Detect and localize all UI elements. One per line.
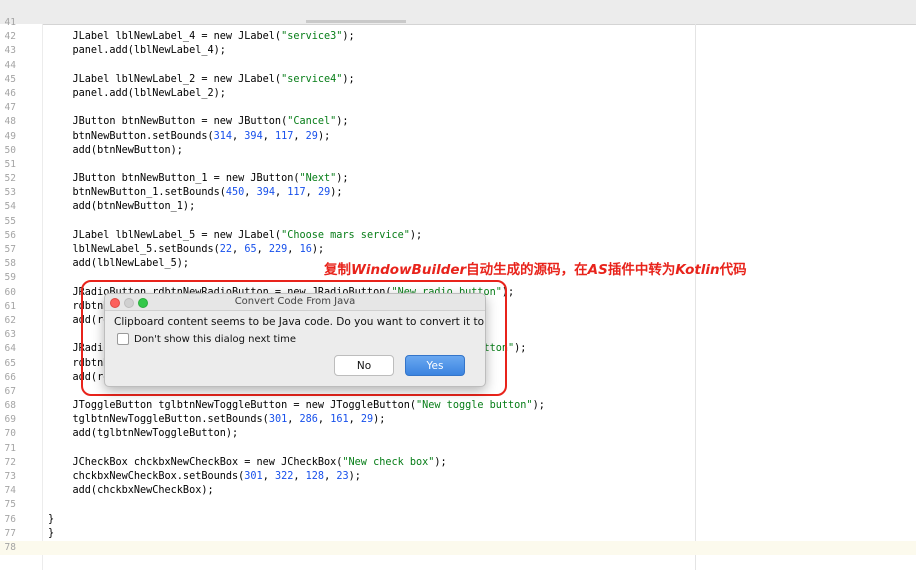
line-number: 75 [4,499,16,511]
line-number: 44 [4,59,16,71]
code-line[interactable]: 50 add(btnNewButton); [0,144,916,158]
dialog-message: Clipboard content seems to be Java code.… [114,316,486,328]
line-number: 60 [4,286,16,298]
code-line[interactable]: 73 chckbxNewCheckBox.setBounds(301, 322,… [0,470,916,484]
line-number: 58 [4,258,16,270]
line-number: 63 [4,329,16,341]
line-number: 64 [4,343,16,355]
line-number: 67 [4,385,16,397]
window-minimize-icon [124,298,134,308]
code-line[interactable]: 54 add(btnNewButton_1); [0,200,916,214]
code-text: } [48,527,55,539]
code-line[interactable]: 53 btnNewButton_1.setBounds(450, 394, 11… [0,186,916,200]
line-number: 59 [4,272,16,284]
code-text: JToggleButton tglbtnNewToggleButton = ne… [48,400,545,412]
line-number: 48 [4,116,16,128]
line-number: 61 [4,300,16,312]
code-line[interactable]: 70 add(tglbtnNewToggleButton); [0,427,916,441]
code-text: panel.add(lblNewLabel_2); [48,87,226,99]
line-number: 71 [4,442,16,454]
code-text: JButton btnNewButton = new JButton("Canc… [48,116,349,128]
dont-show-checkbox-label[interactable]: Don't show this dialog next time [134,334,296,345]
code-line[interactable]: 47 [0,101,916,115]
yes-button[interactable]: Yes [405,355,465,376]
code-line[interactable]: 46 panel.add(lblNewLabel_2); [0,87,916,101]
code-line[interactable]: 43 panel.add(lblNewLabel_4); [0,44,916,58]
code-line[interactable]: 42 JLabel lblNewLabel_4 = new JLabel("se… [0,30,916,44]
line-number: 57 [4,244,16,255]
code-text: add(lblNewLabel_5); [48,258,190,270]
annotation-caption: 复制WindowBuilder自动生成的源码，在AS插件中转为Kotlin代码 [324,262,747,278]
line-number: 42 [4,31,16,43]
line-number: 70 [4,428,16,440]
code-text: add(chckbxNewCheckBox); [48,485,214,497]
line-number: 69 [4,414,16,426]
line-number: 74 [4,485,16,497]
line-number: 78 [4,541,16,553]
line-number: 72 [4,456,16,468]
code-line[interactable]: 74 add(chckbxNewCheckBox); [0,484,916,498]
line-number: 46 [4,87,16,99]
code-text: JLabel lblNewLabel_2 = new JLabel("servi… [48,73,355,85]
code-line[interactable]: 48 JButton btnNewButton = new JButton("C… [0,115,916,129]
code-line[interactable]: 77} [0,527,916,541]
line-number: 51 [4,158,16,170]
window-zoom-icon[interactable] [138,298,148,308]
line-number: 49 [4,130,16,142]
code-line[interactable]: 76} [0,513,916,527]
code-line[interactable]: 71 [0,442,916,456]
code-line[interactable]: 41 [0,16,916,30]
code-line[interactable]: 72 JCheckBox chckbxNewCheckBox = new JCh… [0,456,916,470]
dialog-titlebar: Convert Code From Java [105,294,485,311]
line-number: 41 [4,17,16,28]
window-close-icon[interactable] [110,298,120,308]
code-text: } [48,513,55,525]
dont-show-checkbox[interactable] [117,333,129,345]
code-line[interactable]: 44 [0,59,916,73]
code-text: btnNewButton.setBounds(314, 394, 117, 29… [48,130,331,142]
code-text: JLabel lblNewLabel_4 = new JLabel("servi… [48,31,355,43]
code-line[interactable]: 51 [0,158,916,172]
code-line[interactable]: 52 JButton btnNewButton_1 = new JButton(… [0,172,916,186]
code-text: tglbtnNewToggleButton.setBounds(301, 286… [48,414,386,426]
code-line[interactable]: 57 lblNewLabel_5.setBounds(22, 65, 229, … [0,243,916,257]
code-text: JButton btnNewButton_1 = new JButton("Ne… [48,173,349,185]
no-button[interactable]: No [334,355,394,376]
code-text: add(btnNewButton_1); [48,201,196,213]
code-line[interactable]: 68 JToggleButton tglbtnNewToggleButton =… [0,399,916,413]
line-number: 62 [4,314,16,326]
line-number: 50 [4,144,16,156]
line-number: 54 [4,201,16,213]
line-number: 73 [4,471,16,482]
code-text: add(btnNewButton); [48,144,183,156]
line-number: 65 [4,357,16,369]
line-number: 43 [4,45,16,57]
code-line[interactable]: 45 JLabel lblNewLabel_2 = new JLabel("se… [0,73,916,87]
line-number: 68 [4,400,16,412]
line-number: 55 [4,215,16,227]
code-text: btnNewButton_1.setBounds(450, 394, 117, … [48,187,343,199]
line-number: 77 [4,527,16,539]
code-text: lblNewLabel_5.setBounds(22, 65, 229, 16)… [48,244,325,255]
line-number: 76 [4,513,16,525]
line-number: 56 [4,229,16,241]
line-number: 66 [4,371,16,383]
line-number: 52 [4,173,16,185]
code-line[interactable]: 55 [0,215,916,229]
code-line[interactable]: 75 [0,498,916,512]
code-line[interactable]: 49 btnNewButton.setBounds(314, 394, 117,… [0,130,916,144]
code-line[interactable]: 69 tglbtnNewToggleButton.setBounds(301, … [0,413,916,427]
code-text: chckbxNewCheckBox.setBounds(301, 322, 12… [48,471,361,482]
code-text: panel.add(lblNewLabel_4); [48,45,226,57]
code-line[interactable]: 78 [0,540,916,556]
dialog-title: Convert Code From Java [234,296,356,307]
line-number: 47 [4,102,16,114]
code-text: JLabel lblNewLabel_5 = new JLabel("Choos… [48,229,423,241]
code-line[interactable]: 56 JLabel lblNewLabel_5 = new JLabel("Ch… [0,229,916,243]
line-number: 45 [4,73,16,85]
code-text: add(tglbtnNewToggleButton); [48,428,239,440]
code-text: JCheckBox chckbxNewCheckBox = new JCheck… [48,456,447,468]
convert-code-dialog: Convert Code From Java Clipboard content… [104,293,486,387]
line-number: 53 [4,187,16,199]
